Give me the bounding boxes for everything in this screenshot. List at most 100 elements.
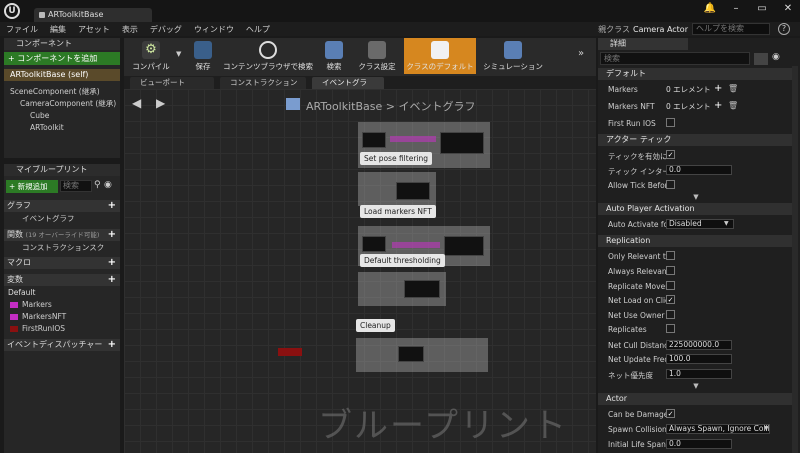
checkbox[interactable]: ✓ bbox=[666, 295, 675, 304]
variable-markers[interactable]: Markers bbox=[10, 299, 52, 311]
details-scrollbar[interactable] bbox=[792, 66, 798, 453]
number-field[interactable]: 0.0 bbox=[666, 165, 732, 175]
help-search-input[interactable]: ヘルプを検索 bbox=[692, 23, 770, 35]
number-field[interactable]: 225000000.0 bbox=[666, 340, 732, 350]
number-field[interactable]: 100.0 bbox=[666, 354, 732, 364]
new-add-button[interactable]: + 新規追加 bbox=[6, 180, 58, 193]
chevron-down-icon[interactable]: ▼ bbox=[764, 425, 769, 432]
checkbox[interactable] bbox=[666, 251, 675, 260]
prop-label: Net Update Frequ bbox=[608, 355, 666, 364]
variable-markersnft[interactable]: MarkersNFT bbox=[10, 311, 66, 323]
details-search-input[interactable]: 検索 bbox=[600, 52, 750, 65]
graph-node[interactable] bbox=[362, 236, 386, 252]
variable-group-default[interactable]: Default bbox=[8, 288, 35, 297]
section-replication[interactable]: Replication bbox=[598, 235, 792, 247]
section-default[interactable]: デフォルト bbox=[598, 68, 792, 80]
checkbox[interactable] bbox=[666, 324, 675, 333]
trash-icon[interactable]: 🗑 bbox=[728, 101, 738, 110]
grid-view-icon[interactable] bbox=[754, 53, 768, 65]
add-component-button[interactable]: + コンポーネントを追加 bbox=[4, 52, 120, 65]
graph-node[interactable] bbox=[398, 346, 424, 362]
class-settings-button[interactable]: クラス設定 bbox=[352, 38, 402, 74]
back-arrow-icon[interactable]: ◀ bbox=[132, 96, 141, 110]
compile-button[interactable]: ⚙ コンパイル bbox=[126, 38, 176, 74]
search-button[interactable]: 検索 bbox=[318, 38, 350, 74]
checkbox[interactable] bbox=[666, 281, 675, 290]
toolbar-overflow-icon[interactable]: » bbox=[578, 48, 584, 59]
component-self[interactable]: ARToolkitBase (self) bbox=[4, 69, 120, 81]
breadcrumb-root[interactable]: ARToolkitBase bbox=[306, 100, 382, 113]
event-dispatchers-category[interactable]: イベントディスパッチャー + bbox=[4, 339, 120, 351]
graph-node[interactable] bbox=[404, 280, 440, 298]
graphs-category[interactable]: グラフ + bbox=[4, 200, 120, 212]
notification-icon[interactable]: 🔔 bbox=[702, 3, 718, 14]
component-camera[interactable]: CameraComponent (継承) bbox=[20, 98, 116, 110]
breadcrumb-leaf[interactable]: イベントグラフ bbox=[398, 100, 475, 113]
menu-asset[interactable]: アセット bbox=[78, 24, 110, 35]
tab-event-graph[interactable]: イベントグラ bbox=[312, 77, 384, 89]
checkbox[interactable] bbox=[666, 180, 675, 189]
menu-window[interactable]: ウィンドウ bbox=[194, 24, 234, 35]
menu-help[interactable]: ヘルプ bbox=[246, 24, 270, 35]
add-element-icon[interactable]: + bbox=[714, 100, 722, 111]
compile-options-chevron-icon[interactable]: ▼ bbox=[176, 50, 181, 58]
maximize-button[interactable]: ▭ bbox=[754, 3, 770, 14]
graph-node[interactable] bbox=[362, 132, 386, 148]
tab-viewport[interactable]: ビューポート bbox=[130, 77, 214, 89]
component-scene[interactable]: SceneComponent (継承) bbox=[10, 86, 100, 98]
simulation-button[interactable]: シミュレーション bbox=[480, 38, 546, 74]
save-button[interactable]: 保存 bbox=[188, 38, 218, 74]
add-element-icon[interactable]: + bbox=[714, 83, 722, 94]
tab-construction[interactable]: コンストラクション bbox=[220, 77, 306, 89]
macros-category[interactable]: マクロ + bbox=[4, 257, 120, 269]
graph-node-firstrunios[interactable] bbox=[278, 348, 302, 356]
class-defaults-button[interactable]: クラスのデフォルト bbox=[404, 38, 476, 74]
checkbox[interactable]: ✓ bbox=[666, 409, 675, 418]
minimize-button[interactable]: – bbox=[728, 3, 744, 14]
add-variable-icon[interactable]: + bbox=[108, 274, 116, 286]
close-button[interactable]: ✕ bbox=[780, 3, 796, 14]
event-graph-item[interactable]: イベントグラフ bbox=[10, 213, 75, 225]
eye-icon[interactable]: ◉ bbox=[772, 52, 780, 62]
help-icon[interactable]: ? bbox=[778, 23, 790, 35]
checkbox[interactable]: ✓ bbox=[666, 150, 675, 159]
section-actor[interactable]: Actor bbox=[598, 393, 792, 405]
variables-category[interactable]: 変数 + bbox=[4, 274, 120, 286]
number-field[interactable]: 0.0 bbox=[666, 439, 732, 449]
functions-category[interactable]: 関数 (19 オーバーライド可能) + bbox=[4, 229, 120, 241]
add-dispatcher-icon[interactable]: + bbox=[108, 339, 116, 351]
eye-icon[interactable]: ◉ bbox=[104, 180, 112, 190]
blueprint-search-input[interactable]: 検索 bbox=[60, 180, 92, 192]
construction-script-item[interactable]: コンストラクションスク bbox=[10, 242, 104, 254]
menu-edit[interactable]: 編集 bbox=[50, 24, 66, 35]
component-cube[interactable]: Cube bbox=[30, 110, 49, 122]
add-function-icon[interactable]: + bbox=[108, 229, 116, 241]
trash-icon[interactable]: 🗑 bbox=[728, 84, 738, 93]
expand-advanced-icon[interactable]: ▼ bbox=[690, 382, 702, 390]
expand-advanced-icon[interactable]: ▼ bbox=[690, 193, 702, 201]
checkbox[interactable] bbox=[666, 266, 675, 275]
number-field[interactable]: 1.0 bbox=[666, 369, 732, 379]
chevron-down-icon[interactable]: ▼ bbox=[724, 220, 729, 227]
checkbox[interactable] bbox=[666, 118, 675, 127]
details-tab[interactable]: 詳細 bbox=[598, 38, 688, 50]
section-actor-tick[interactable]: アクター ティック bbox=[598, 134, 792, 146]
checkbox[interactable] bbox=[666, 310, 675, 319]
graph-node[interactable] bbox=[396, 182, 430, 200]
browse-button[interactable]: コンテンツブラウザで検索 bbox=[220, 38, 316, 74]
spawn-collision-dropdown[interactable]: Always Spawn, Ignore Collisio bbox=[666, 424, 770, 434]
graph-node[interactable] bbox=[440, 132, 484, 154]
parent-class-value[interactable]: Camera Actor bbox=[633, 25, 688, 34]
component-artoolkit[interactable]: ARToolkit bbox=[30, 122, 64, 134]
graph-node[interactable] bbox=[444, 236, 484, 256]
add-macro-icon[interactable]: + bbox=[108, 257, 116, 269]
menu-file[interactable]: ファイル bbox=[6, 24, 38, 35]
document-tab[interactable]: ARToolkitBase bbox=[34, 8, 152, 22]
section-auto-player[interactable]: Auto Player Activation bbox=[598, 203, 792, 215]
variable-firstrunios[interactable]: FirstRunIOS bbox=[10, 323, 65, 335]
search-icon[interactable]: ⚲ bbox=[94, 180, 101, 190]
forward-arrow-icon[interactable]: ▶ bbox=[156, 96, 165, 110]
add-graph-icon[interactable]: + bbox=[108, 200, 116, 212]
menu-view[interactable]: 表示 bbox=[122, 24, 138, 35]
menu-debug[interactable]: デバッグ bbox=[150, 24, 182, 35]
